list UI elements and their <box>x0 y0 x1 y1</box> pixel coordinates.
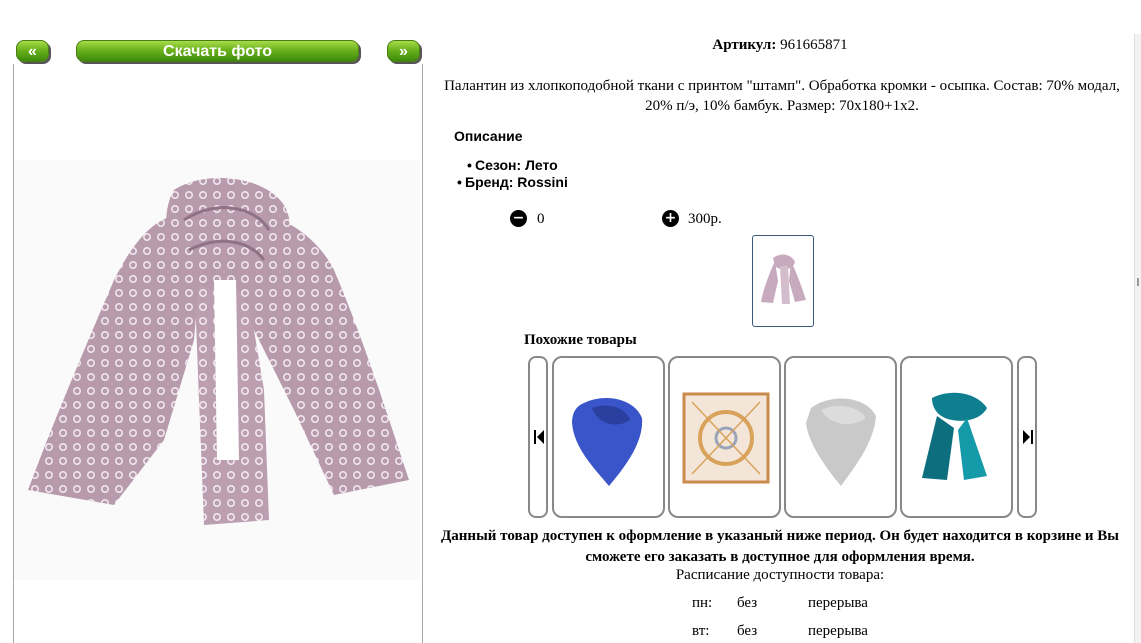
description-heading: Описание <box>454 128 523 144</box>
similar-item-grey-scarf[interactable] <box>784 356 897 518</box>
carousel-next-button[interactable] <box>1017 356 1037 518</box>
decrease-quantity-icon[interactable]: − <box>510 210 527 227</box>
property-season: • Сезон: Лето <box>467 157 558 173</box>
similar-products-title: Похожие товары <box>524 332 637 348</box>
similar-item-teal-scarf[interactable] <box>900 356 1013 518</box>
main-product-photo <box>14 160 420 580</box>
property-brand: • Бренд: Rossini <box>457 174 568 190</box>
availability-notice: Данный товар доступен к оформление в ука… <box>440 528 1120 565</box>
article-label: Артикул: <box>712 37 777 53</box>
similar-item-blue-scarf[interactable] <box>552 356 665 518</box>
page-scrollbar[interactable] <box>1134 34 1141 643</box>
article-value: 961665871 <box>780 37 848 53</box>
properties-list: • Сезон: Лето • Бренд: Rossini <box>457 157 568 191</box>
skip-forward-icon <box>1023 430 1033 444</box>
next-photo-button[interactable]: » <box>387 40 420 62</box>
similar-item-patterned-scarf[interactable] <box>668 356 781 518</box>
article-line: Артикул: 961665871 <box>422 37 1138 54</box>
download-photo-button[interactable]: Скачать фото <box>76 40 359 62</box>
photo-thumbnail[interactable] <box>752 235 814 327</box>
quantity-value: 0 <box>537 211 545 227</box>
scrollbar-thumb[interactable] <box>1137 278 1139 286</box>
schedule-title: Расписание доступности товара: <box>675 567 885 583</box>
prev-photo-button[interactable]: « <box>16 40 49 62</box>
increase-quantity-icon[interactable]: + <box>662 210 679 227</box>
price: 300р. <box>688 211 722 227</box>
carousel-prev-button[interactable] <box>528 356 548 518</box>
skip-back-icon <box>534 430 544 444</box>
product-description: Палантин из хлопкоподобной ткани с принт… <box>444 78 1120 114</box>
